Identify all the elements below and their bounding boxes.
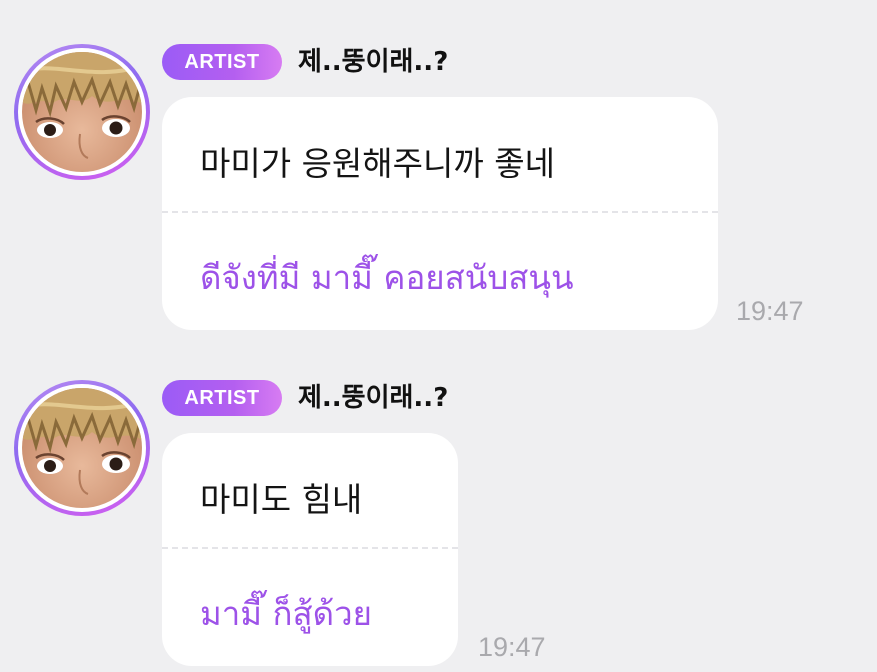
chat-thread: ARTIST 제..뚱이래..? 마미가 응원해주니까 좋네 ดีจังที่ม… <box>0 0 877 672</box>
artist-avatar[interactable] <box>14 44 150 180</box>
avatar-photo <box>22 388 142 508</box>
translation-divider <box>162 547 458 549</box>
original-text: 마미가 응원해주니까 좋네 <box>200 144 555 183</box>
artist-badge: ARTIST <box>162 44 282 80</box>
message-time: 19:47 <box>478 632 546 662</box>
artist-badge: ARTIST <box>162 380 282 416</box>
avatar-photo <box>22 52 142 172</box>
message-time: 19:47 <box>736 296 804 326</box>
translation-text: มามี๊ ก็สู้ด้วย <box>200 594 372 633</box>
translation-divider <box>162 211 718 213</box>
translation-text: ดีจังที่มี มามี๊ คอยสนับสนุน <box>200 258 574 297</box>
sender-name: 제..뚱이래..? <box>298 383 449 413</box>
original-text: 마미도 힘내 <box>200 480 363 519</box>
message-bubble[interactable]: 마미도 힘내 มามี๊ ก็สู้ด้วย <box>162 433 458 666</box>
sender-name: 제..뚱이래..? <box>298 47 449 77</box>
artist-avatar[interactable] <box>14 380 150 516</box>
message-bubble[interactable]: 마미가 응원해주니까 좋네 ดีจังที่มี มามี๊ คอยสนับสน… <box>162 97 718 330</box>
